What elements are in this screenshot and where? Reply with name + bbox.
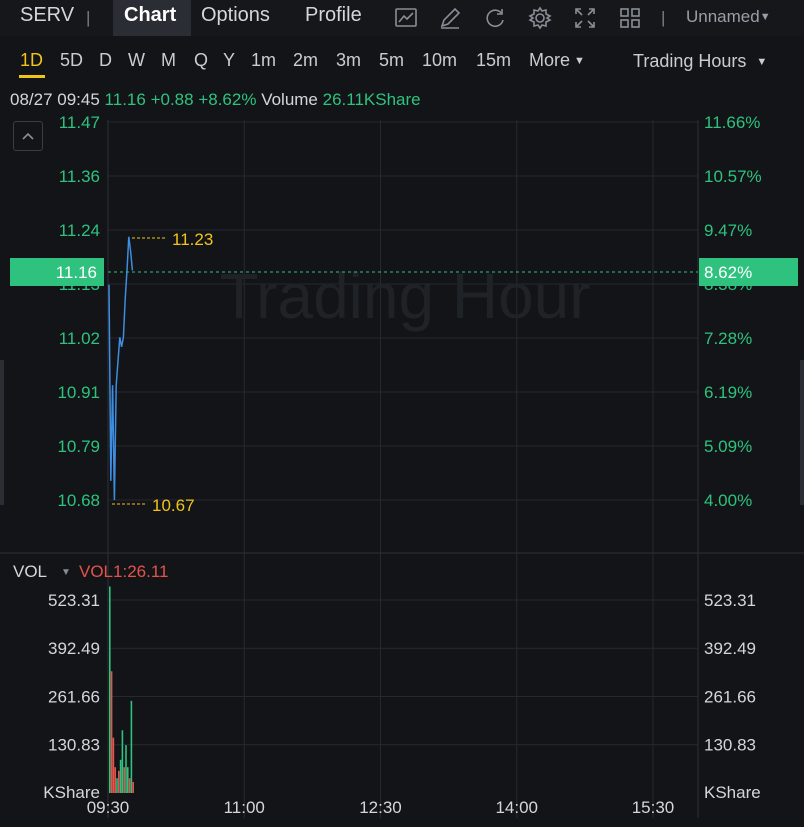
- price-tick-label: 11.47: [59, 113, 100, 132]
- last-price-tag-text: 11.16: [56, 263, 97, 282]
- volume-bars: [109, 586, 134, 793]
- volume-tick-label: 523.31: [48, 591, 100, 610]
- volume-bar: [110, 671, 113, 793]
- price-tick-label: 11.24: [59, 221, 100, 240]
- pct-tick-label: 11.66%: [704, 113, 760, 132]
- high-marker-label: 11.23: [172, 230, 213, 249]
- volume-tick-label-right: 392.49: [704, 639, 756, 658]
- volume-bar: [128, 778, 131, 793]
- volume-bar: [127, 767, 129, 793]
- price-tick-label: 11.36: [59, 167, 100, 186]
- volume-tick-label: 392.49: [48, 639, 100, 658]
- volume-indicator-value: VOL1:26.11: [79, 562, 168, 581]
- volume-bar: [130, 700, 133, 793]
- chart-grid: [0, 120, 804, 818]
- caret-down-icon[interactable]: ▼: [61, 567, 71, 578]
- volume-title[interactable]: VOL: [13, 562, 47, 581]
- volume-bar: [121, 730, 124, 793]
- price-tick-label: 11.02: [59, 329, 100, 348]
- volume-tick-label-right: 130.83: [704, 736, 756, 755]
- time-tick-label: 14:00: [495, 798, 538, 817]
- pct-tick-label: 5.09%: [704, 437, 752, 456]
- pct-tick-label: 9.47%: [704, 221, 752, 240]
- pct-tick-label: 6.19%: [704, 383, 752, 402]
- volume-bar: [109, 586, 111, 793]
- last-pct-tag-text: 8.62%: [704, 263, 752, 282]
- volume-bar: [125, 745, 127, 793]
- volume-bar: [119, 759, 122, 793]
- volume-bar: [123, 767, 125, 793]
- collapse-button[interactable]: [13, 121, 43, 151]
- volume-bar: [116, 778, 118, 793]
- volume-tick-label: 130.83: [48, 736, 100, 755]
- chevron-up-icon: [22, 132, 34, 140]
- volume-bar: [112, 737, 115, 793]
- low-marker-label: 10.67: [152, 496, 195, 515]
- time-axis: 09:30 11:00 12:30 14:00 15:30: [87, 798, 675, 817]
- volume-tick-label-right: 261.66: [704, 687, 756, 706]
- time-tick-label: 12:30: [359, 798, 402, 817]
- pct-tick-label: 10.57%: [704, 167, 762, 186]
- volume-unit-label-right: KShare: [704, 783, 761, 802]
- right-pct-axis: 11.66%10.57%9.47%8.38%7.28%6.19%5.09%4.0…: [704, 113, 762, 510]
- volume-tick-label: 261.66: [48, 687, 100, 706]
- time-tick-label: 09:30: [87, 798, 130, 817]
- pct-tick-label: 7.28%: [704, 329, 752, 348]
- volume-bar: [118, 770, 120, 793]
- left-panel-handle[interactable]: [0, 360, 4, 505]
- price-line: [108, 236, 134, 501]
- left-price-axis: 11.4711.3611.2411.1311.0210.9110.7910.68: [57, 113, 100, 510]
- right-panel-handle[interactable]: [800, 360, 804, 505]
- price-tick-label: 10.91: [57, 383, 100, 402]
- price-tick-label: 10.68: [57, 491, 100, 510]
- price-chart[interactable]: Trading Hour 11.4711.3611.2411.1311.0210…: [0, 0, 804, 827]
- time-tick-label: 11:00: [224, 798, 265, 817]
- volume-bar: [114, 767, 116, 793]
- volume-bar: [132, 781, 134, 793]
- price-tick-label: 10.79: [57, 437, 100, 456]
- pct-tick-label: 4.00%: [704, 491, 752, 510]
- volume-tick-label-right: 523.31: [704, 591, 756, 610]
- time-tick-label: 15:30: [632, 798, 675, 817]
- watermark-text: Trading Hour: [219, 260, 590, 332]
- price-line-group: [108, 236, 134, 501]
